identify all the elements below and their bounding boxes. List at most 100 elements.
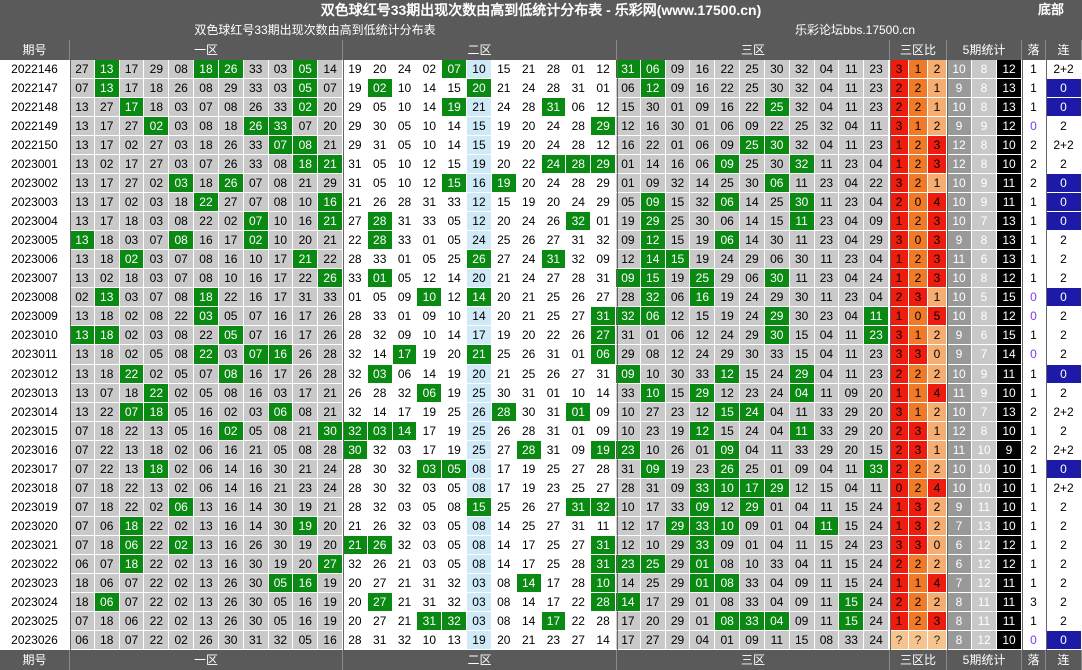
number-cell: 07 [144, 231, 170, 251]
number-cell: 19 [715, 288, 741, 308]
stat5-cell: 9 [997, 440, 1022, 460]
number-cell: 16 [690, 288, 716, 308]
number-cell: 04 [814, 364, 840, 384]
number-cell: 29 [591, 193, 616, 213]
number-cell: 17 [94, 212, 120, 232]
number-cell: 03 [467, 611, 492, 631]
number-cell: 24 [764, 364, 790, 384]
number-cell: 07 [70, 440, 95, 460]
number-cell: 06 [194, 440, 219, 460]
bottom-link[interactable]: 底部 [1038, 0, 1064, 20]
number-cell: 25 [541, 459, 567, 479]
number-cell: 15 [665, 193, 691, 213]
number-cell: 25 [467, 383, 492, 403]
number-cell: 15 [839, 573, 865, 593]
number-cell: 08 [268, 174, 294, 194]
number-cell: 26 [367, 535, 393, 555]
number-cell: 15 [789, 326, 815, 346]
ratio-cell: 3 [909, 516, 928, 536]
number-cell: 32 [442, 573, 468, 593]
col-lian-foot: 连 [1046, 650, 1082, 670]
fall-cell: 0 [1022, 345, 1046, 365]
period-cell: 2023018 [0, 478, 70, 498]
number-cell: 01 [566, 60, 592, 80]
number-cell: 13 [144, 421, 170, 441]
number-cell: 15 [665, 250, 691, 270]
ratio-cell: 2 [928, 364, 947, 384]
stat5-cell: 14 [997, 345, 1022, 365]
column-divider [890, 60, 891, 650]
number-cell: 21 [343, 193, 368, 213]
number-cell: 07 [70, 516, 95, 536]
stat5-cell: 7 [947, 573, 972, 593]
number-cell: 22 [119, 478, 145, 498]
number-cell: 11 [591, 516, 616, 536]
number-cell: 22 [94, 402, 120, 422]
number-cell: 17 [417, 421, 443, 441]
number-cell: 21 [392, 573, 418, 593]
fall-cell: 1 [1022, 497, 1046, 517]
stat5-cell: 9 [947, 231, 972, 251]
number-cell: 32 [789, 98, 815, 118]
number-cell: 19 [417, 345, 443, 365]
ratio-cell: 0 [909, 193, 928, 213]
number-cell: 09 [690, 497, 716, 517]
number-cell: 23 [864, 60, 889, 80]
number-cell: 14 [442, 269, 468, 289]
number-cell: 33 [814, 421, 840, 441]
number-cell: 10 [417, 117, 443, 137]
number-cell: 31 [541, 421, 567, 441]
number-cell: 01 [616, 155, 641, 175]
number-cell: 21 [293, 459, 319, 479]
number-cell: 06 [715, 117, 741, 137]
table-row: 2023013 13 07 18 22 02 05 08 16 03 17 21 26 28 32 06 19 2… [0, 383, 1082, 403]
number-cell: 18 [119, 269, 145, 289]
number-cell: 08 [467, 459, 492, 479]
fall-cell: 1 [1022, 364, 1046, 384]
number-cell: 05 [169, 402, 195, 422]
number-cell: 29 [591, 174, 616, 194]
number-cell: 11 [839, 136, 865, 156]
number-cell: 23 [541, 630, 567, 650]
number-cell: 23 [640, 421, 666, 441]
number-cell: 03 [467, 592, 492, 612]
number-cell: 19 [343, 79, 368, 99]
number-cell: 14 [690, 174, 716, 194]
number-cell: 09 [417, 307, 443, 327]
number-cell: 05 [442, 516, 468, 536]
stat5-cell: 10 [947, 307, 972, 327]
ratio-cell: 2 [909, 611, 928, 631]
number-cell: 26 [541, 212, 567, 232]
col-period-foot: 期号 [0, 650, 70, 670]
number-cell: 22 [94, 440, 120, 460]
number-cell: 27 [119, 117, 145, 137]
number-cell: 20 [516, 174, 542, 194]
number-cell: 28 [516, 98, 542, 118]
col-fall: 落 [1022, 40, 1046, 60]
period-cell: 2023002 [0, 174, 70, 194]
number-cell: 13 [70, 250, 95, 270]
stat5-cell: 8 [972, 269, 997, 289]
number-cell: 15 [665, 383, 691, 403]
number-cell: 15 [839, 592, 865, 612]
number-cell: 01 [392, 250, 418, 270]
ratio-cell: 4 [928, 573, 947, 593]
number-cell: 17 [293, 326, 319, 346]
number-cell: 10 [417, 136, 443, 156]
number-cell: 23 [616, 440, 641, 460]
number-cell: 16 [690, 79, 716, 99]
ratio-cell: 4 [928, 193, 947, 213]
stat5-cell: 12 [947, 421, 972, 441]
number-cell: 19 [293, 535, 319, 555]
number-cell: 10 [442, 307, 468, 327]
number-cell: 10 [616, 421, 641, 441]
stat5-cell: 6 [972, 250, 997, 270]
number-cell: 31 [541, 402, 567, 422]
number-cell: 21 [467, 345, 492, 365]
number-cell: 30 [318, 421, 343, 441]
number-cell: 05 [442, 554, 468, 574]
number-cell: 10 [392, 79, 418, 99]
ratio-cell: 1 [909, 326, 928, 346]
number-cell: 23 [814, 231, 840, 251]
number-cell: 01 [665, 98, 691, 118]
